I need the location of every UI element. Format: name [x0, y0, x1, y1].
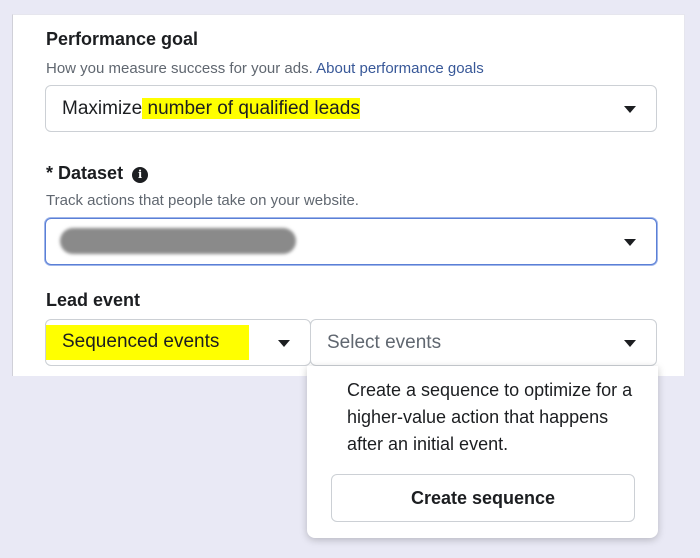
create-sequence-button[interactable]: Create sequence [331, 474, 635, 522]
about-performance-goals-link[interactable]: About performance goals [316, 60, 484, 77]
dataset-select[interactable] [45, 218, 657, 265]
performance-goal-value-highlight: number of qualified leads [142, 97, 360, 119]
required-marker: * [46, 163, 54, 183]
chevron-down-icon [624, 238, 636, 246]
dataset-title: * Dataset i [46, 163, 149, 184]
dataset-description: Track actions that people take on your w… [46, 192, 359, 209]
performance-goal-value-prefix: Maximize [62, 97, 143, 119]
dataset-title-text: Dataset [58, 163, 124, 183]
ad-settings-panel: Performance goal How you measure success… [12, 14, 685, 376]
lead-event-title: Lead event [46, 290, 141, 310]
popover-description: Create a sequence to optimize for a high… [347, 380, 633, 454]
chevron-down-icon [624, 105, 636, 113]
performance-goal-value: Maximize number of qualified leads [46, 97, 360, 120]
chevron-down-icon [624, 339, 636, 347]
lead-event-type-value: Sequenced events [46, 325, 250, 360]
events-placeholder: Select events [327, 331, 442, 353]
performance-goal-select[interactable]: Maximize number of qualified leads [45, 85, 657, 132]
performance-goal-description: How you measure success for your ads. Ab… [46, 60, 484, 77]
lead-event-events-select[interactable]: Select events [310, 319, 657, 366]
info-icon[interactable]: i [132, 166, 149, 183]
performance-goal-description-text: How you measure success for your ads. [46, 60, 313, 77]
create-sequence-popover: Create a sequence to optimize for a high… [307, 366, 658, 538]
performance-goal-title: Performance goal [46, 29, 199, 49]
redacted-dataset-value [60, 228, 296, 254]
lead-event-type-select[interactable]: Sequenced events [45, 319, 311, 366]
chevron-down-icon [278, 339, 290, 347]
